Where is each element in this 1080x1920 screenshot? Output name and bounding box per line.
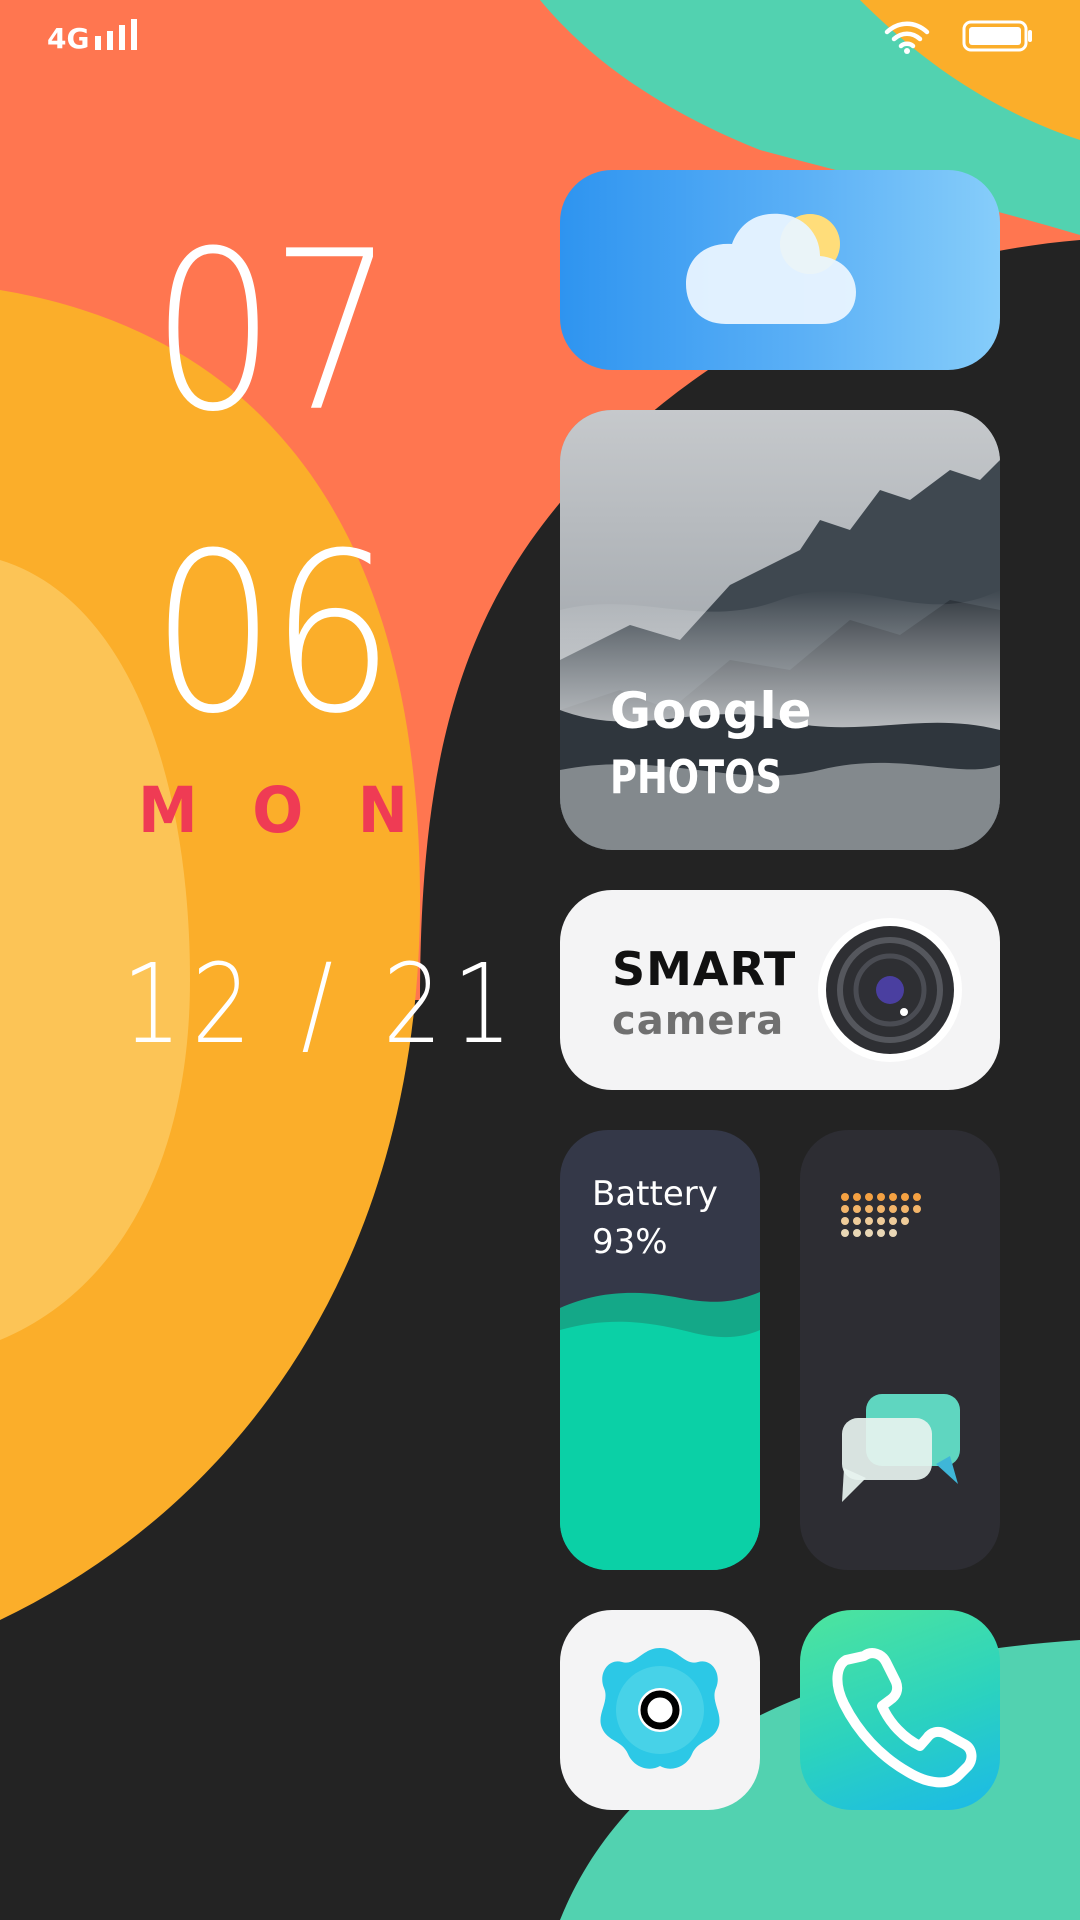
weekday-letter: M	[138, 774, 198, 848]
messages-widget[interactable]	[800, 1130, 1000, 1570]
photos-title-line2: PHOTOS	[610, 750, 782, 804]
camera-lens-icon	[818, 918, 962, 1062]
clock-minute: 06	[151, 506, 395, 763]
camera-title-line2: camera	[612, 998, 785, 1044]
battery-full-icon	[962, 20, 1032, 52]
weekday-letter: O	[252, 774, 304, 848]
battery-widget[interactable]: Battery 93%	[560, 1130, 760, 1570]
weekday-letter: N	[357, 774, 408, 848]
weekday: M O N	[138, 774, 408, 848]
clock-hour: 07	[151, 204, 395, 461]
battery-percent: 93%	[592, 1222, 668, 1262]
flower-app-icon-button[interactable]	[560, 1610, 760, 1810]
phone-app-button[interactable]	[800, 1610, 1000, 1810]
home-screen: 4G 07 06 M O N 12 / 21 Google PHOTOS SMA…	[0, 0, 1080, 1920]
flower-camera-icon	[600, 1648, 720, 1769]
camera-title-line1: SMART	[612, 942, 797, 996]
cloud-sun-icon	[686, 213, 856, 324]
chat-bubbles-icon	[841, 1193, 960, 1502]
phone-handset-icon	[832, 1648, 977, 1788]
battery-label: Battery	[592, 1174, 718, 1214]
weather-widget[interactable]	[560, 170, 1000, 370]
google-photos-widget[interactable]: Google PHOTOS	[560, 410, 1000, 850]
wifi-icon	[884, 21, 930, 54]
status-bar: 4G	[0, 0, 1080, 70]
network-type: 4G	[47, 22, 90, 55]
date-text: 12 / 21	[122, 940, 523, 1068]
photos-title-line1: Google	[610, 682, 813, 740]
signal-bars-icon	[95, 19, 137, 50]
smart-camera-widget[interactable]: SMART camera	[560, 890, 1000, 1090]
